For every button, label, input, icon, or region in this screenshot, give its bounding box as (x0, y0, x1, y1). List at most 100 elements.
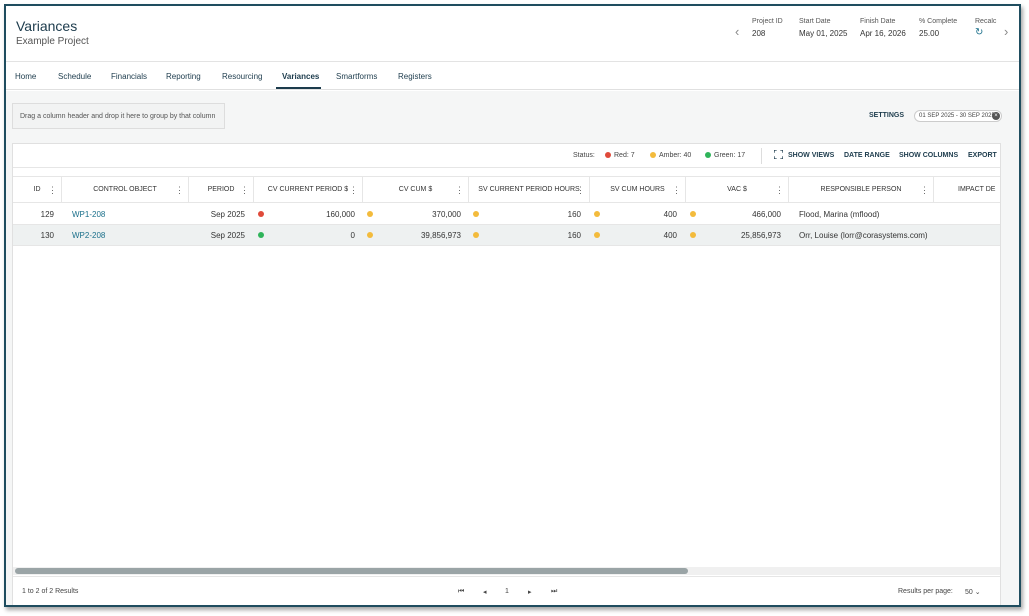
column-header-label: VAC $ (727, 186, 747, 193)
green-status-icon (258, 232, 264, 238)
column-header-impact[interactable]: IMPACT DE (934, 177, 1002, 203)
page-header: Variances Example Project ‹ Project ID 2… (6, 6, 1019, 62)
date-range-button[interactable]: DATE RANGE (844, 152, 890, 159)
red-status-icon (605, 152, 611, 159)
status-red[interactable]: Red: 7 (605, 152, 635, 159)
table-row[interactable]: 130 WP2-208 Sep 2025 0 39,856,973 160 40… (13, 225, 1000, 246)
amber-status-icon (594, 211, 600, 217)
amber-status-icon (594, 232, 600, 238)
status-red-label: Red: 7 (614, 152, 635, 159)
project-id-label: Project ID (752, 18, 783, 25)
column-header-label: CV CURRENT PERIOD $ (267, 186, 349, 193)
column-menu-icon[interactable]: ⋮ (455, 177, 464, 203)
chevron-right-icon[interactable]: › (1004, 24, 1008, 39)
next-page-icon[interactable]: ▸ (528, 588, 532, 596)
column-menu-icon[interactable]: ⋮ (672, 177, 681, 203)
cell-sv-cum: 400 (663, 210, 677, 219)
show-views-button[interactable]: SHOW VIEWS (788, 152, 834, 159)
column-header-cv-cum[interactable]: CV CUM $ ⋮ (363, 177, 469, 203)
tab-schedule[interactable]: Schedule (58, 72, 91, 81)
export-button[interactable]: EXPORT (968, 152, 997, 159)
percent-complete-value: 25.00 (919, 29, 940, 38)
column-menu-icon[interactable]: ⋮ (175, 177, 184, 203)
cell-sv-current: 160 (567, 231, 581, 240)
start-date-value: May 01, 2025 (799, 29, 848, 38)
column-menu-icon[interactable]: ⋮ (240, 177, 249, 203)
tab-variances[interactable]: Variances (282, 72, 319, 81)
cell-cv-current: 0 (350, 231, 355, 240)
first-page-icon[interactable]: ⏮ (458, 588, 464, 596)
status-amber[interactable]: Amber: 40 (650, 152, 691, 159)
column-menu-icon[interactable]: ⋮ (349, 177, 358, 203)
cell-cv-current: 160,000 (326, 210, 355, 219)
tab-reporting[interactable]: Reporting (166, 72, 201, 81)
tab-home[interactable]: Home (15, 72, 36, 81)
results-per-page-value: 50 (965, 589, 973, 596)
cell-responsible-person: Flood, Marina (mflood) (799, 210, 880, 219)
column-menu-icon[interactable]: ⋮ (576, 177, 585, 203)
project-id-meta: Project ID 208 (752, 18, 783, 38)
chevron-down-icon: ⌄ (974, 589, 981, 596)
column-header-sv-cum[interactable]: SV CUM HOURS ⋮ (590, 177, 686, 203)
tab-resourcing[interactable]: Resourcing (222, 72, 262, 81)
column-menu-icon[interactable]: ⋮ (48, 177, 57, 203)
recalc-meta[interactable]: Recalc ↻ (975, 18, 997, 38)
last-page-icon[interactable]: ⏭ (551, 588, 557, 596)
cell-period: Sep 2025 (210, 210, 245, 219)
table-row[interactable]: 129 WP1-208 Sep 2025 160,000 370,000 160… (13, 204, 1000, 225)
column-header-id[interactable]: ID ⋮ (13, 177, 62, 203)
column-header-vac[interactable]: VAC $ ⋮ (686, 177, 789, 203)
cell-vac: 466,000 (752, 210, 781, 219)
refresh-icon[interactable]: ↻ (975, 27, 997, 38)
cell-control-object-link[interactable]: WP1-208 (72, 204, 105, 225)
finish-date-value: Apr 16, 2026 (860, 29, 906, 38)
results-per-page-select[interactable]: 50 ⌄ (965, 588, 981, 596)
status-green[interactable]: Green: 17 (705, 152, 745, 159)
cell-sv-current: 160 (567, 210, 581, 219)
tab-smartforms[interactable]: Smartforms (336, 72, 377, 81)
date-range-chip-label: 01 SEP 2025 - 30 SEP 2025 (919, 113, 995, 119)
column-header-sv-current[interactable]: SV CURRENT PERIOD HOURS ⋮ (469, 177, 590, 203)
group-drop-zone[interactable]: Drag a column header and drop it here to… (12, 103, 225, 129)
finish-date-meta: Finish Date Apr 16, 2026 (860, 18, 906, 38)
cell-id: 129 (40, 210, 54, 219)
column-header-label: SV CUM HOURS (610, 186, 665, 193)
column-header-cv-current[interactable]: CV CURRENT PERIOD $ ⋮ (254, 177, 363, 203)
cell-sv-cum: 400 (663, 231, 677, 240)
table-header: ID ⋮ CONTROL OBJECT ⋮ PERIOD ⋮ CV CURRENT P… (13, 176, 1000, 203)
percent-complete-label: % Complete (919, 18, 958, 25)
column-header-label: SV CURRENT PERIOD HOURS (478, 186, 580, 193)
show-columns-button[interactable]: SHOW COLUMNS (899, 152, 958, 159)
column-menu-icon[interactable]: ⋮ (920, 177, 929, 203)
chevron-left-icon[interactable]: ‹ (735, 24, 739, 39)
tab-registers[interactable]: Registers (398, 72, 432, 81)
clear-icon[interactable]: × (992, 112, 1000, 120)
start-date-label: Start Date (799, 18, 831, 25)
grid-toolbar: Status: Red: 7 Amber: 40 Green: 17 SHOW … (13, 144, 1000, 168)
expand-icon[interactable] (774, 150, 783, 159)
current-page[interactable]: 1 (505, 588, 509, 595)
cell-control-object-link[interactable]: WP2-208 (72, 225, 105, 246)
column-header-control-object[interactable]: CONTROL OBJECT ⋮ (62, 177, 189, 203)
tab-financials[interactable]: Financials (111, 72, 147, 81)
start-date-meta: Start Date May 01, 2025 (799, 18, 847, 38)
cell-cv-cum: 370,000 (432, 210, 461, 219)
column-header-period[interactable]: PERIOD ⋮ (189, 177, 254, 203)
column-header-label: ID (33, 186, 41, 193)
green-status-icon (705, 152, 711, 159)
column-header-label: PERIOD (207, 186, 235, 193)
amber-status-icon (473, 211, 479, 217)
status-amber-label: Amber: 40 (659, 152, 692, 159)
horizontal-scrollbar[interactable] (13, 567, 1000, 575)
cell-id: 130 (40, 231, 54, 240)
column-header-responsible-person[interactable]: RESPONSIBLE PERSON ⋮ (789, 177, 934, 203)
finish-date-label: Finish Date (860, 18, 896, 25)
amber-status-icon (650, 152, 656, 159)
settings-button[interactable]: SETTINGS (869, 112, 904, 119)
scrollbar-thumb[interactable] (15, 568, 688, 574)
red-status-icon (258, 211, 264, 217)
column-menu-icon[interactable]: ⋮ (775, 177, 784, 203)
variances-grid: Status: Red: 7 Amber: 40 Green: 17 SHOW … (12, 143, 1001, 605)
date-range-chip[interactable]: 01 SEP 2025 - 30 SEP 2025 × (914, 110, 1002, 122)
previous-page-icon[interactable]: ◂ (483, 588, 487, 596)
